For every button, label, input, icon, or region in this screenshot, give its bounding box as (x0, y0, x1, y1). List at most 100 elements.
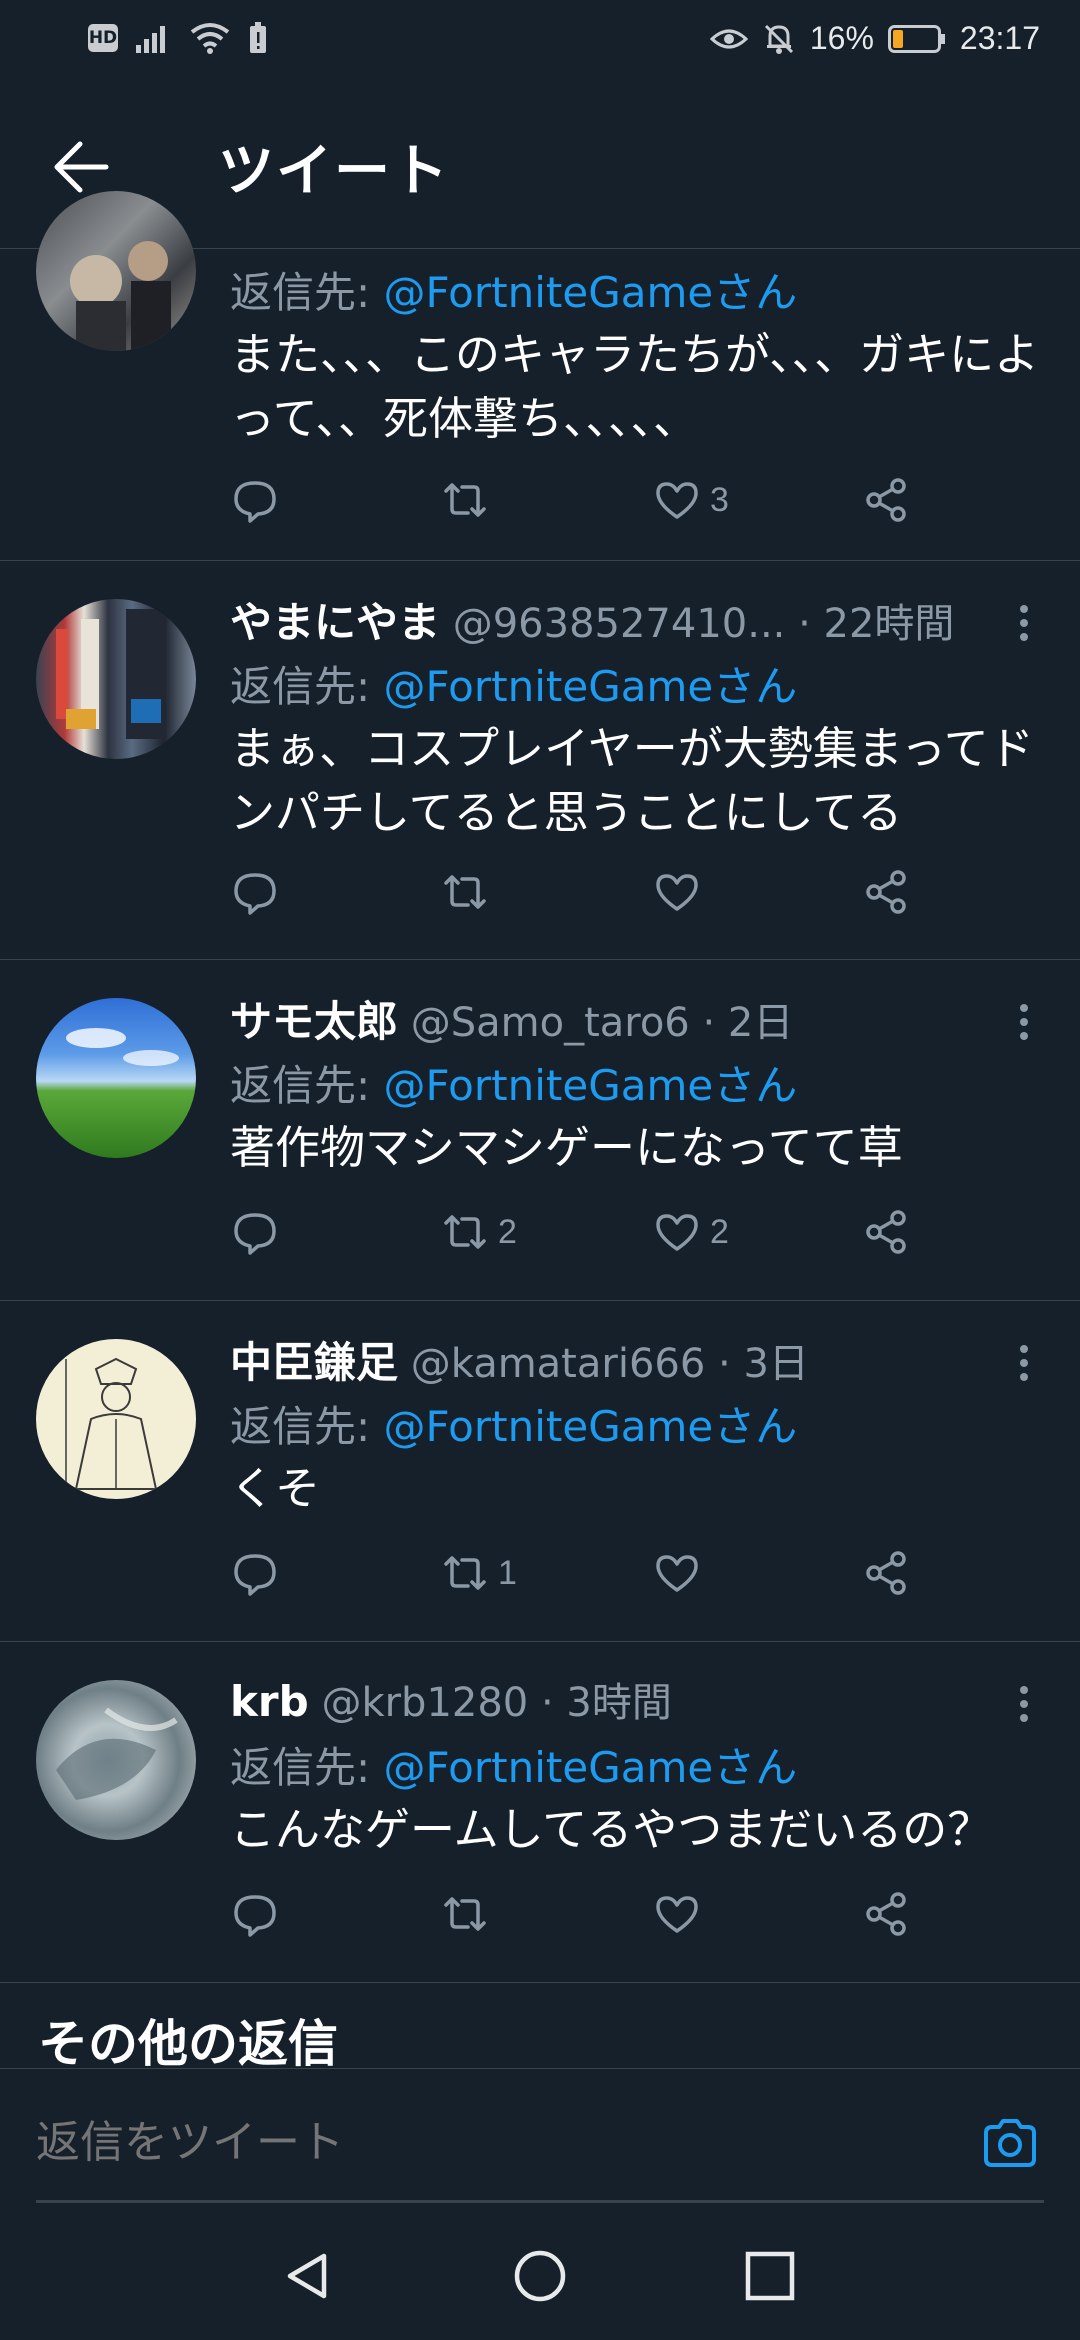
reply-to-line: 返信先: @FortniteGameさん (230, 1743, 798, 1792)
reply-button[interactable] (230, 1545, 288, 1601)
retweet-button[interactable] (440, 472, 498, 528)
timestamp: · 22時間 (798, 601, 955, 647)
reply-icon (234, 1895, 276, 1937)
retweet-button[interactable] (440, 1886, 498, 1942)
retweet-button[interactable]: 2 (440, 1204, 517, 1260)
timestamp: · 2日 (702, 1000, 794, 1046)
retweet-button[interactable] (440, 864, 498, 920)
tweet-actions: 2 2 (230, 1204, 930, 1260)
reply-to-line: 返信先: @FortniteGameさん (230, 662, 798, 711)
status-bar: HD 16% 23:17 (0, 0, 1080, 84)
tweet-item[interactable]: krb @krb1280 · 3時間 返信先: @FortniteGameさん … (0, 1642, 1080, 1983)
eye-comfort-icon (709, 29, 748, 48)
heart-icon (656, 1896, 698, 1933)
reply-button[interactable] (230, 472, 288, 528)
avatar[interactable] (36, 191, 196, 351)
reply-to-line: 返信先: @FortniteGameさん (230, 1061, 798, 1110)
back-arrow-icon[interactable] (52, 140, 112, 194)
system-navigation-bar (0, 2208, 1080, 2340)
mention-link[interactable]: @FortniteGameさん (384, 1743, 798, 1792)
reply-button[interactable] (230, 864, 288, 920)
tweet-text: こんなゲームしてるやつまだいるの？ (230, 1803, 993, 1856)
tweet-actions: 3 (230, 472, 930, 528)
recents-square-icon[interactable] (742, 2248, 798, 2304)
reply-feed: 返信先: @FortniteGameさん また、、、このキャラたちが、、、ガキに… (0, 191, 1080, 1983)
share-button[interactable] (862, 1204, 912, 1260)
display-name[interactable]: サモ太郎 (230, 997, 398, 1046)
mention-link[interactable]: @FortniteGameさん (384, 268, 798, 317)
like-button[interactable]: 2 (652, 1204, 729, 1260)
more-options-icon[interactable] (1018, 1686, 1030, 1730)
handle: @kamatari666 (410, 1341, 706, 1387)
tweet-header: やまにやま @9638527410... · 22時間 (230, 589, 954, 650)
timestamp: · 3日 (718, 1341, 809, 1387)
display-name[interactable]: やまにやま (230, 598, 440, 647)
other-replies-heading[interactable]: その他の返信 (38, 2004, 338, 2076)
share-button[interactable] (862, 472, 912, 528)
share-icon (866, 1210, 906, 1254)
home-circle-icon[interactable] (512, 2248, 568, 2304)
clock: 23:17 (959, 20, 1040, 56)
avatar[interactable] (36, 998, 196, 1158)
timestamp: · 3時間 (540, 1680, 672, 1726)
share-icon (866, 1551, 906, 1595)
battery-icon (887, 24, 945, 53)
retweet-icon (444, 1556, 486, 1590)
battery-alert-icon (250, 22, 266, 53)
avatar[interactable] (36, 1339, 196, 1499)
reply-icon (234, 1213, 276, 1255)
tweet-item[interactable]: やまにやま @9638527410... · 22時間 返信先: @Fortni… (0, 561, 1080, 960)
tweet-item[interactable]: サモ太郎 @Samo_taro6 · 2日 返信先: @FortniteGame… (0, 960, 1080, 1301)
more-options-icon[interactable] (1018, 1345, 1030, 1389)
display-name[interactable]: krb (230, 1677, 309, 1726)
more-options-icon[interactable] (1018, 1004, 1030, 1048)
heart-icon (656, 1214, 698, 1251)
reply-input[interactable] (36, 2117, 936, 2168)
like-button[interactable] (652, 864, 710, 920)
tweet-text: くそ (230, 1462, 321, 1515)
handle: @krb1280 (321, 1680, 529, 1726)
divider (36, 2200, 1044, 2203)
reply-button[interactable] (230, 1886, 288, 1942)
like-button[interactable] (652, 1545, 710, 1601)
mute-bell-icon (764, 24, 793, 54)
back-triangle-icon[interactable] (280, 2248, 336, 2304)
retweet-icon (444, 875, 486, 909)
tweet-text: 著作物マシマシゲーになってて草 (230, 1121, 903, 1174)
battery-percent: 16% (809, 20, 874, 56)
retweet-icon (444, 1897, 486, 1931)
avatar[interactable] (36, 1680, 196, 1840)
mention-link[interactable]: @FortniteGameさん (384, 662, 798, 711)
tweet-header: 中臣鎌足 @kamatari666 · 3日 (230, 1329, 809, 1390)
avatar[interactable] (36, 599, 196, 759)
tweet-item[interactable]: 返信先: @FortniteGameさん また、、、このキャラたちが、、、ガキに… (0, 191, 1080, 561)
tweet-header: サモ太郎 @Samo_taro6 · 2日 (230, 988, 793, 1049)
mention-link[interactable]: @FortniteGameさん (384, 1061, 798, 1110)
share-button[interactable] (862, 1886, 912, 1942)
camera-icon[interactable] (980, 2113, 1040, 2173)
tweet-actions (230, 1886, 930, 1942)
display-name[interactable]: 中臣鎌足 (230, 1338, 398, 1387)
signal-icon (136, 26, 165, 53)
reply-to-line: 返信先: @FortniteGameさん (230, 1402, 798, 1451)
mention-link[interactable]: @FortniteGameさん (384, 1402, 798, 1451)
heart-icon (656, 1555, 698, 1592)
share-icon (866, 870, 906, 914)
tweet-text: まぁ、コスプレイヤーが大勢集まってドンパチしてると思うことにしてる (230, 722, 1034, 839)
handle: @Samo_taro6 (410, 1000, 690, 1046)
like-button[interactable]: 3 (652, 472, 729, 528)
share-button[interactable] (862, 864, 912, 920)
retweet-button[interactable]: 1 (440, 1545, 517, 1601)
tweet-item[interactable]: 中臣鎌足 @kamatari666 · 3日 返信先: @FortniteGam… (0, 1301, 1080, 1642)
reply-to-line: 返信先: @FortniteGameさん (230, 268, 798, 317)
page-title: ツイート (218, 139, 450, 204)
wifi-icon (190, 23, 230, 54)
reply-icon (234, 1554, 276, 1596)
more-options-icon[interactable] (1018, 605, 1030, 649)
like-button[interactable] (652, 1886, 710, 1942)
share-button[interactable] (862, 1545, 912, 1601)
tweet-header: krb @krb1280 · 3時間 (230, 1670, 672, 1728)
share-icon (866, 478, 906, 522)
heart-icon (656, 874, 698, 911)
reply-button[interactable] (230, 1204, 288, 1260)
